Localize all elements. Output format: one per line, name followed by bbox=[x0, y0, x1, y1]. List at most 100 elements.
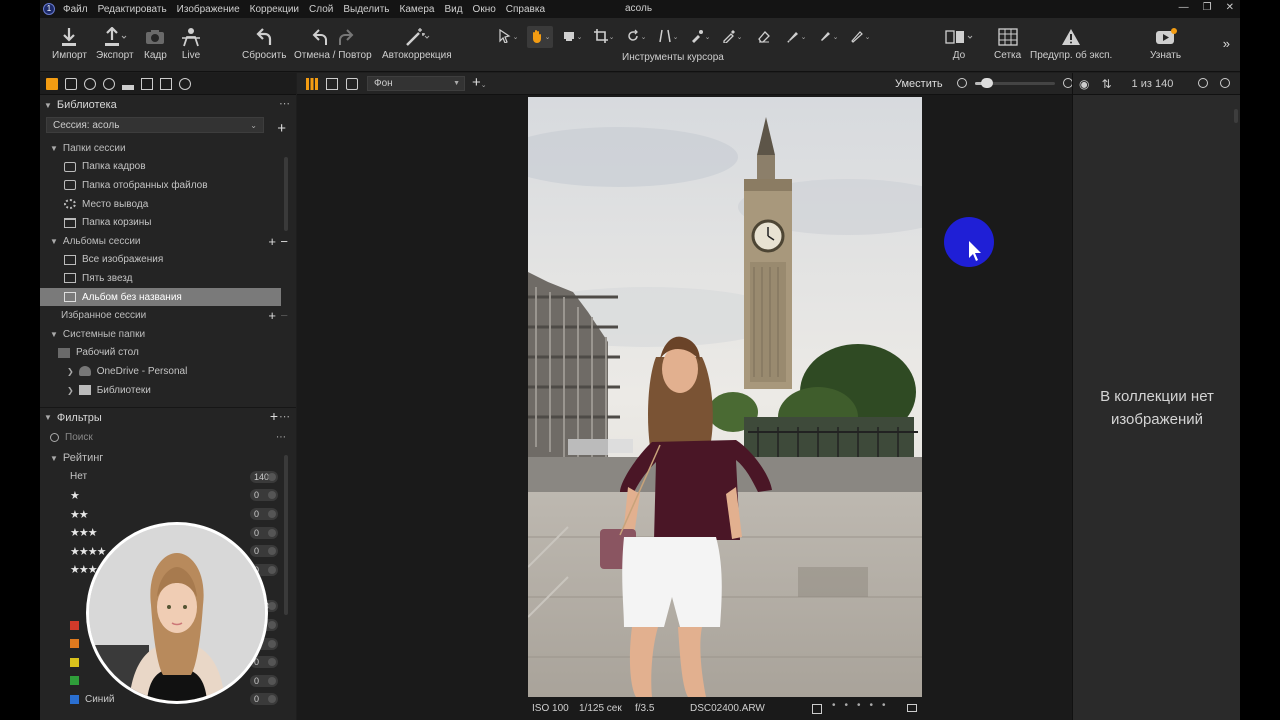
filters-scrollbar[interactable] bbox=[284, 455, 288, 615]
learn-button[interactable]: Узнать bbox=[1150, 24, 1181, 61]
annotation-tool[interactable]: ⌄ bbox=[847, 26, 873, 48]
menu-camera[interactable]: Камера bbox=[400, 4, 435, 15]
menu-image[interactable]: Изображение bbox=[177, 4, 240, 15]
zoom-icon[interactable] bbox=[1198, 78, 1208, 88]
rating-count-badge[interactable]: 0 bbox=[250, 526, 278, 539]
overflow-chevron-icon[interactable]: » bbox=[1223, 36, 1230, 51]
session-folders-group[interactable]: ▼ Папки сессии bbox=[40, 139, 296, 158]
filter-search-input[interactable]: Поиск ⋯ bbox=[46, 429, 290, 445]
pointer-tool[interactable]: ⌄ bbox=[495, 26, 521, 48]
menu-help[interactable]: Справка bbox=[506, 4, 545, 15]
info-tab-icon[interactable] bbox=[179, 77, 191, 90]
camera-tab-icon[interactable] bbox=[65, 77, 77, 90]
all-images-album[interactable]: Все изображения bbox=[40, 251, 296, 270]
more-icon[interactable]: ⋯ bbox=[279, 410, 290, 423]
menu-select[interactable]: Выделить bbox=[343, 4, 389, 15]
menu-edit[interactable]: Редактировать bbox=[98, 4, 167, 15]
color-picker-tool[interactable]: ⌄ bbox=[719, 26, 745, 48]
remove-favorite-button[interactable]: − bbox=[280, 308, 288, 323]
session-albums-group[interactable]: ▼ Альбомы сессии + − bbox=[40, 232, 296, 251]
search-icon[interactable] bbox=[1220, 78, 1230, 88]
sort-icon[interactable]: ⇅ bbox=[1101, 77, 1111, 91]
fit-button[interactable]: Уместить bbox=[895, 78, 943, 90]
color-tab-icon[interactable] bbox=[103, 77, 115, 90]
metadata-tab-icon[interactable] bbox=[160, 77, 172, 90]
untitled-album[interactable]: Альбом без названия bbox=[40, 287, 281, 307]
grid-view-icon[interactable] bbox=[306, 77, 318, 90]
capture-button[interactable]: Кадр bbox=[144, 24, 167, 61]
rating-dots[interactable]: ••••• bbox=[832, 700, 895, 711]
session-select[interactable]: Сессия: асоль ⌄ bbox=[46, 117, 264, 133]
output-folder-item[interactable]: Место вывода bbox=[40, 195, 296, 214]
eye-icon[interactable]: ◉ bbox=[1079, 77, 1089, 91]
pan-tool[interactable]: ⌄ bbox=[527, 26, 553, 48]
menu-view[interactable]: Вид bbox=[444, 4, 462, 15]
filters-header[interactable]: ▼ Фильтры + ⋯ bbox=[40, 407, 296, 427]
spot-removal-tool[interactable]: ⌄ bbox=[687, 26, 713, 48]
single-view-icon[interactable] bbox=[326, 77, 338, 90]
exposure-tab-icon[interactable] bbox=[122, 77, 134, 90]
details-tab-icon[interactable] bbox=[141, 77, 153, 90]
menu-layer[interactable]: Слой bbox=[309, 4, 333, 15]
folder-tab-icon[interactable] bbox=[46, 77, 58, 90]
reset-button[interactable]: Сбросить bbox=[242, 24, 286, 61]
undo-redo-button[interactable]: Отмена / Повтор bbox=[294, 24, 372, 61]
trash-folder-item[interactable]: Папка корзины bbox=[40, 213, 296, 232]
desktop-folder[interactable]: Рабочий стол bbox=[40, 344, 296, 363]
loupe-tool[interactable]: ⌄ bbox=[559, 26, 585, 48]
minimize-icon[interactable]: — bbox=[1179, 2, 1189, 13]
add-favorite-button[interactable]: + bbox=[268, 308, 276, 323]
more-icon[interactable]: ⋯ bbox=[276, 432, 286, 443]
library-header[interactable]: ▼ Библиотека ⋯ bbox=[40, 95, 296, 115]
zoom-slider[interactable] bbox=[975, 77, 1055, 88]
background-select[interactable]: Фон ▼ bbox=[367, 76, 465, 91]
grid-button[interactable]: Сетка bbox=[994, 24, 1021, 61]
menu-file[interactable]: Файл bbox=[63, 4, 88, 15]
rating-filter-row[interactable]: ★★ 0 bbox=[40, 505, 296, 524]
rating-count-badge[interactable]: 0 bbox=[250, 545, 278, 558]
rating-filter-row[interactable]: Нет 140 bbox=[40, 468, 296, 487]
compare-view-icon[interactable] bbox=[346, 77, 358, 90]
exposure-warning-button[interactable]: Предупр. об эксп. bbox=[1030, 24, 1112, 61]
onedrive-folder[interactable]: ❯ OneDrive - Personal bbox=[40, 362, 296, 381]
rating-group[interactable]: ▼ Рейтинг bbox=[40, 449, 296, 468]
gradient-tool[interactable]: ⌄ bbox=[815, 26, 841, 48]
session-favorites-group[interactable]: Избранное сессии + − bbox=[40, 306, 296, 325]
import-button[interactable]: Импорт bbox=[52, 24, 87, 61]
menu-adjustments[interactable]: Коррекции bbox=[250, 4, 299, 15]
add-album-button[interactable]: + bbox=[268, 234, 276, 249]
lens-tab-icon[interactable] bbox=[84, 77, 96, 90]
selects-folder-item[interactable]: Папка отобранных файлов bbox=[40, 176, 296, 195]
rating-count-badge[interactable]: 0 bbox=[250, 508, 278, 521]
add-collection-button[interactable]: + bbox=[277, 120, 286, 137]
color-tag-icon[interactable] bbox=[907, 704, 917, 712]
browser-scrollbar[interactable] bbox=[1234, 109, 1238, 123]
system-folders-group[interactable]: ▼ Системные папки bbox=[40, 325, 296, 344]
close-icon[interactable]: ✕ bbox=[1226, 2, 1234, 13]
select-checkbox[interactable] bbox=[812, 704, 822, 714]
brush-tool[interactable]: ⌄ bbox=[783, 26, 809, 48]
main-photo[interactable] bbox=[528, 97, 922, 697]
five-stars-album[interactable]: Пять звезд bbox=[40, 269, 296, 288]
remove-album-button[interactable]: − bbox=[280, 234, 288, 249]
menu-window[interactable]: Окно bbox=[473, 4, 496, 15]
rating-count-badge[interactable]: 0 bbox=[250, 489, 278, 502]
add-filter-button[interactable]: + bbox=[270, 408, 278, 424]
rating-count-badge[interactable]: 140 bbox=[250, 470, 278, 483]
color-count-badge[interactable]: 0 bbox=[250, 674, 278, 687]
rotate-tool[interactable]: ⌄ bbox=[623, 26, 649, 48]
rating-filter-row[interactable]: ★ 0 bbox=[40, 486, 296, 505]
more-icon[interactable]: ⋯ bbox=[279, 97, 290, 110]
add-view-button[interactable]: +⌄ bbox=[472, 74, 487, 91]
auto-adjust-button[interactable]: Автокоррекция bbox=[382, 24, 452, 61]
libraries-folder[interactable]: ❯ Библиотеки bbox=[40, 381, 296, 400]
export-button[interactable]: Экспорт bbox=[96, 24, 134, 61]
restore-icon[interactable]: ❐ bbox=[1203, 2, 1212, 13]
eraser-tool[interactable] bbox=[751, 26, 777, 48]
before-button[interactable]: До bbox=[944, 24, 974, 61]
live-button[interactable]: Live bbox=[181, 24, 201, 61]
keystone-tool[interactable]: ⌄ bbox=[655, 26, 681, 48]
capture-folder-item[interactable]: Папка кадров bbox=[40, 158, 296, 177]
zoom-out-icon[interactable] bbox=[957, 78, 967, 88]
library-scrollbar[interactable] bbox=[284, 157, 288, 231]
